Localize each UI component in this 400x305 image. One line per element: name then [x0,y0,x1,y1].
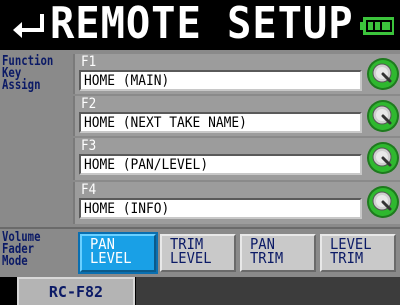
button-label: LEVEL TRIM [330,235,372,267]
function-key-label: F4 [81,182,97,198]
function-key-value-f2[interactable]: HOME (NEXT TAKE NAME) [79,112,362,133]
level-trim-button[interactable]: LEVEL TRIM [320,234,396,272]
function-key-label: F2 [81,96,97,112]
function-key-label: F3 [81,138,97,154]
trim-level-button[interactable]: TRIM LEVEL [160,234,236,272]
rotary-knob-icon[interactable] [366,99,400,133]
button-label: TRIM LEVEL [170,235,212,267]
function-key-row-f2: F2 HOME (NEXT TAKE NAME) [73,96,400,136]
function-key-value-text: HOME (INFO) [84,201,170,217]
function-key-value-text: HOME (PAN/LEVEL) [84,157,209,173]
tab-empty [136,277,400,305]
title-bar: REMOTE SETUP [0,0,400,50]
settings-panel: Function Key Assign F1 HOME (MAIN) F2 HO… [0,50,400,277]
rotary-knob-icon[interactable] [366,57,400,91]
pan-trim-button[interactable]: PAN TRIM [240,234,316,272]
button-label: PAN LEVEL [90,235,132,267]
tab-bar: RC-F82 [0,277,400,305]
function-key-row-f4: F4 HOME (INFO) [73,182,400,224]
return-arrow-icon[interactable] [10,10,46,42]
rotary-knob-icon[interactable] [366,185,400,219]
function-key-row-f3: F3 HOME (PAN/LEVEL) [73,138,400,180]
volume-fader-mode-section: Volume Fader Mode PAN LEVEL TRIM LEVEL P… [0,227,400,277]
function-key-value-f4[interactable]: HOME (INFO) [79,198,362,219]
function-key-assign-label: Function Key Assign [2,54,54,93]
function-key-value-text: HOME (MAIN) [84,73,170,89]
pan-level-button[interactable]: PAN LEVEL [80,234,156,272]
tab-label: RC-F82 [48,283,104,301]
function-key-value-text: HOME (NEXT TAKE NAME) [84,115,247,131]
button-label: PAN TRIM [250,235,284,267]
page-title: REMOTE SETUP [50,0,354,49]
volume-fader-mode-label: Volume Fader Mode [2,230,41,269]
rotary-knob-icon[interactable] [366,141,400,175]
function-key-value-f3[interactable]: HOME (PAN/LEVEL) [79,154,362,175]
function-key-row-f1: F1 HOME (MAIN) [73,54,400,94]
battery-icon [360,17,394,35]
function-key-value-f1[interactable]: HOME (MAIN) [79,70,362,91]
tab-rc-f82[interactable]: RC-F82 [17,277,135,305]
function-key-label: F1 [81,54,97,70]
